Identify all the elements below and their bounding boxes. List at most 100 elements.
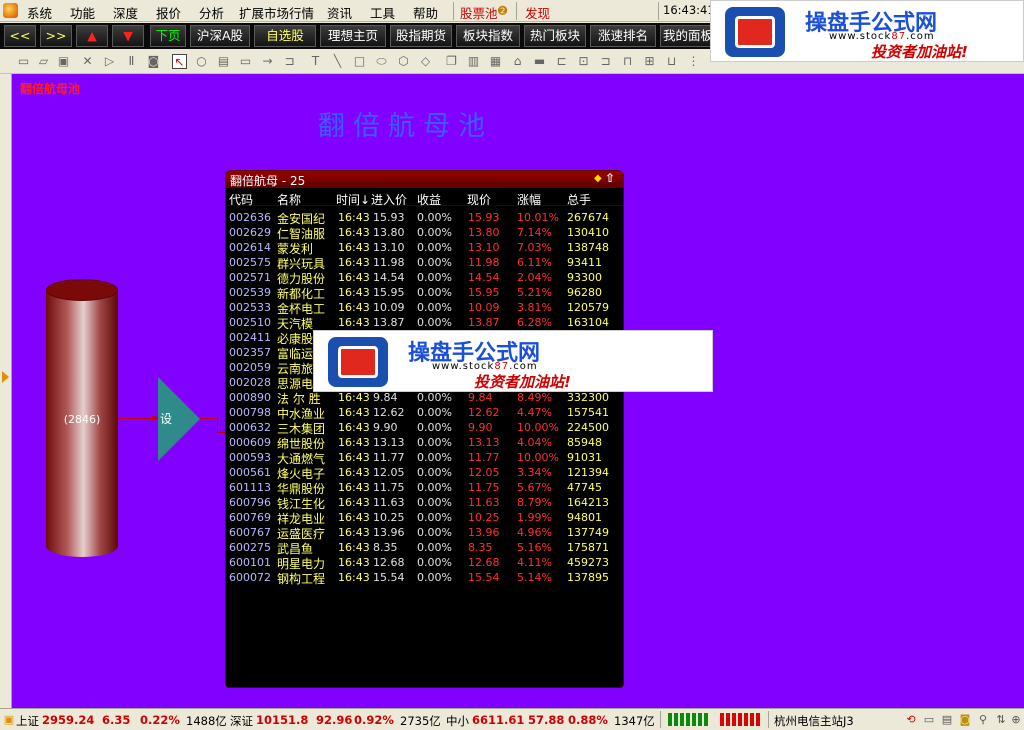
refresh-icon[interactable]: ⟲ bbox=[904, 713, 918, 727]
table-row[interactable]: 600769 祥龙电业 16:43 10.25 0.00% 10.25 1.99% 94801 bbox=[226, 510, 623, 526]
open-folder-icon[interactable]: ▱ bbox=[36, 54, 51, 69]
sz-label[interactable]: 深证 bbox=[230, 713, 253, 729]
tab-ideal-home[interactable]: 理想主页 bbox=[320, 25, 386, 47]
text-tool-icon[interactable]: T bbox=[308, 54, 323, 69]
menu-function[interactable]: 功能 bbox=[70, 3, 95, 22]
panel-header[interactable]: 翻倍航母 - 25 ◆ ⇧ bbox=[226, 171, 623, 188]
table-row[interactable]: 600072 钢构工程 16:43 15.54 0.00% 15.54 5.14% 13789… bbox=[226, 570, 623, 586]
table-row[interactable]: 002614 蒙发利 16:43 13.10 0.00% 13.10 7.03% 138748 bbox=[226, 240, 623, 256]
table-row[interactable]: 000798 中水渔业 16:43 12.62 0.00% 12.62 4.47% 15754… bbox=[226, 405, 623, 421]
hexagon-tool-icon[interactable]: ⬡ bbox=[396, 54, 411, 69]
info-icon[interactable]: ⊕ bbox=[1009, 713, 1023, 727]
ellipse-tool-icon[interactable]: ⬭ bbox=[374, 54, 389, 69]
sme-label[interactable]: 中小 bbox=[446, 713, 469, 729]
diamond-tool-icon[interactable]: ◇ bbox=[418, 54, 433, 69]
server-name[interactable]: 杭州电信主站J3 bbox=[774, 713, 854, 729]
tab-watchlist[interactable]: 自选股 bbox=[254, 25, 316, 47]
arrow-tool-icon[interactable]: → bbox=[260, 54, 275, 69]
menu-discover[interactable]: 发现 bbox=[525, 3, 550, 22]
menu-system[interactable]: 系统 bbox=[27, 3, 52, 22]
table-row[interactable]: 000632 三木集团 16:43 9.90 0.00% 9.90 10.00% 224500 bbox=[226, 420, 623, 436]
table-row[interactable]: 002575 群兴玩具 16:43 11.98 0.00% 11.98 6.11% 93411 bbox=[226, 255, 623, 271]
menu-quote[interactable]: 报价 bbox=[156, 3, 181, 22]
tab-shanghai-shenzhen-a[interactable]: 沪深A股 bbox=[190, 25, 250, 47]
align-left-icon[interactable]: ⊏ bbox=[554, 54, 569, 69]
menu-depth[interactable]: 深度 bbox=[113, 3, 138, 22]
table-row[interactable]: 002629 仁智油服 16:43 13.80 0.00% 13.80 7.14% 13041… bbox=[226, 225, 623, 241]
align-right-icon[interactable]: ⊐ bbox=[598, 54, 613, 69]
table-row[interactable]: 000593 大通燃气 16:43 11.77 0.00% 11.77 10.00% 9103… bbox=[226, 450, 623, 466]
expand-arrow-icon[interactable] bbox=[2, 371, 9, 383]
sort-icon[interactable]: ⇅ bbox=[994, 713, 1008, 727]
line-style-icon[interactable]: ▬ bbox=[532, 54, 547, 69]
connector-tool-icon[interactable]: ⊐ bbox=[282, 54, 297, 69]
prev-button[interactable]: << bbox=[4, 25, 36, 47]
stock-pool-cylinder[interactable]: (2846) bbox=[46, 279, 118, 557]
table-row[interactable]: 002533 金杯电工 16:43 10.09 0.00% 10.09 3.81% 12057… bbox=[226, 300, 623, 316]
align-center-icon[interactable]: ⊡ bbox=[576, 54, 591, 69]
table-row[interactable]: 600767 运盛医疗 16:43 13.96 0.00% 13.96 4.96% 13774… bbox=[226, 525, 623, 541]
distribute-icon[interactable]: ⋮ bbox=[686, 54, 701, 69]
doc-tool-icon[interactable]: ▤ bbox=[216, 54, 231, 69]
table-row[interactable]: 601113 华鼎股份 16:43 11.75 0.00% 11.75 5.67% 47745 bbox=[226, 480, 623, 496]
column-header-code[interactable]: 代码 bbox=[229, 191, 253, 208]
stop-icon[interactable]: ◙ bbox=[146, 54, 161, 69]
rect-tool-icon[interactable]: ▭ bbox=[238, 54, 253, 69]
table-row[interactable]: 000561 烽火电子 16:43 12.05 0.00% 12.05 3.34% 12139… bbox=[226, 465, 623, 481]
table-row[interactable]: 002539 新都化工 16:43 15.95 0.00% 15.95 5.21% 96280 bbox=[226, 285, 623, 301]
table-row[interactable]: 002636 金安国纪 16:43 15.93 0.00% 15.93 10.01% 2676… bbox=[226, 210, 623, 226]
lock-icon[interactable]: ◙ bbox=[958, 713, 972, 727]
menu-stock-pool[interactable]: 股票池 bbox=[460, 3, 498, 22]
next-page-button[interactable]: 下页 bbox=[150, 25, 186, 47]
table-row[interactable]: 002510 天汽模 16:43 13.87 0.00% 13.87 6.28% 163104 bbox=[226, 315, 623, 331]
copy-icon[interactable]: ❐ bbox=[444, 54, 459, 69]
menu-tools[interactable]: 工具 bbox=[370, 3, 395, 22]
table-row[interactable]: 000609 绵世股份 16:43 13.13 0.00% 13.13 4.04% 85948 bbox=[226, 435, 623, 451]
column-header-name[interactable]: 名称 bbox=[277, 191, 301, 208]
table-row[interactable]: 600101 明星电力 16:43 12.68 0.00% 12.68 4.11% 45927… bbox=[226, 555, 623, 571]
down-button[interactable]: ▼ bbox=[112, 25, 144, 47]
play-icon[interactable]: ▷ bbox=[102, 54, 117, 69]
menu-news[interactable]: 资讯 bbox=[327, 3, 352, 22]
signal-icon[interactable]: ⚲ bbox=[976, 713, 990, 727]
left-collapse-strip[interactable] bbox=[0, 74, 12, 708]
align-middle-icon[interactable]: ⊞ bbox=[642, 54, 657, 69]
column-header-change[interactable]: 涨幅 bbox=[517, 191, 541, 208]
sh-label[interactable]: 上证 bbox=[16, 713, 39, 729]
diamond-icon[interactable]: ◆ bbox=[594, 173, 602, 184]
alert-icon[interactable]: ▣ bbox=[2, 713, 16, 727]
pointer-tool-icon[interactable]: ↖ bbox=[172, 54, 187, 69]
align-top-icon[interactable]: ⊓ bbox=[620, 54, 635, 69]
up-arrow-icon[interactable]: ⇧ bbox=[605, 171, 615, 185]
table-row[interactable]: 000890 法 尔 胜 16:43 9.84 0.00% 9.84 8.49% 332300 bbox=[226, 390, 623, 406]
menu-help[interactable]: 帮助 bbox=[413, 3, 438, 22]
table-row[interactable]: 600796 钱江生化 16:43 11.63 0.00% 11.63 8.79% 16421… bbox=[226, 495, 623, 511]
align-bottom-icon[interactable]: ⊔ bbox=[664, 54, 679, 69]
column-header-price[interactable]: 现价 bbox=[467, 191, 491, 208]
paste-icon[interactable]: ▥ bbox=[466, 54, 481, 69]
tab-index-futures[interactable]: 股指期货 bbox=[390, 25, 452, 47]
circle-tool-icon[interactable]: ○ bbox=[194, 54, 209, 69]
tab-speed-ranking[interactable]: 涨速排名 bbox=[590, 25, 656, 47]
save-icon[interactable]: ▣ bbox=[56, 54, 71, 69]
delete-icon[interactable]: ✕ bbox=[80, 54, 95, 69]
next-button[interactable]: >> bbox=[40, 25, 72, 47]
table-row[interactable]: 600275 武昌鱼 16:43 8.35 0.00% 8.35 5.16% 175871 bbox=[226, 540, 623, 556]
window-icon[interactable]: ▭ bbox=[922, 713, 936, 727]
app-logo-icon[interactable] bbox=[3, 3, 18, 18]
pause-icon[interactable]: Ⅱ bbox=[124, 54, 139, 69]
tab-hot-sectors[interactable]: 热门板块 bbox=[524, 25, 586, 47]
menu-analysis[interactable]: 分析 bbox=[199, 3, 224, 22]
line-tool-icon[interactable]: ╲ bbox=[330, 54, 345, 69]
new-file-icon[interactable]: ▭ bbox=[16, 54, 31, 69]
trash-icon[interactable]: ▦ bbox=[488, 54, 503, 69]
menu-extended-market[interactable]: 扩展市场行情 bbox=[239, 3, 314, 22]
fill-icon[interactable]: ⌂ bbox=[510, 54, 525, 69]
column-header-time[interactable]: 时间↓ bbox=[336, 191, 370, 208]
tab-my-panel[interactable]: 我的面板 bbox=[660, 25, 716, 47]
column-header-volume[interactable]: 总手 bbox=[567, 191, 591, 208]
tab-sector-index[interactable]: 板块指数 bbox=[456, 25, 520, 47]
up-button[interactable]: ▲ bbox=[76, 25, 108, 47]
column-header-gain[interactable]: 收益 bbox=[417, 191, 441, 208]
table-row[interactable]: 002571 德力股份 16:43 14.54 0.00% 14.54 2.04% 93300 bbox=[226, 270, 623, 286]
